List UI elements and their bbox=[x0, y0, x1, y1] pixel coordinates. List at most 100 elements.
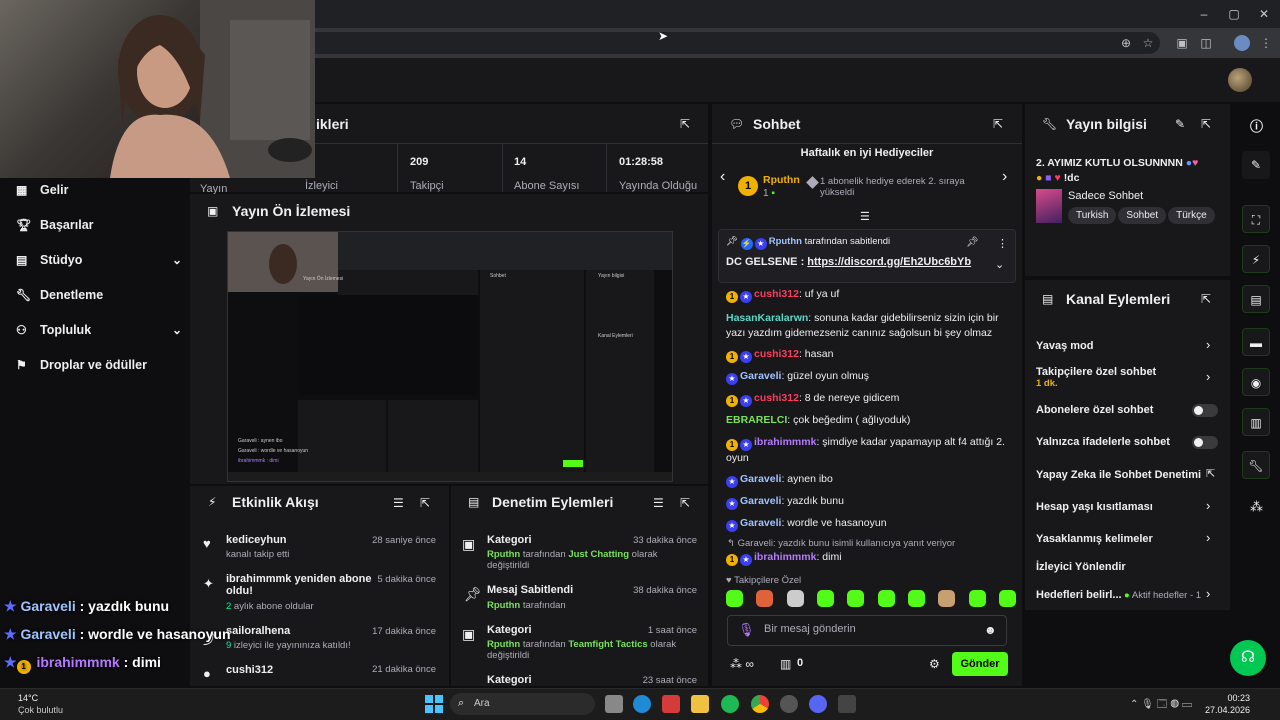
address-bar[interactable] bbox=[300, 32, 1160, 54]
edit-pencil-icon[interactable]: ✎ bbox=[1175, 117, 1185, 131]
filter-icon[interactable]: ☰ bbox=[653, 496, 664, 510]
sidebar-item-topluluk[interactable]: ⚇ Topluluk ⌄ bbox=[16, 318, 186, 342]
chevron-right-icon[interactable]: › bbox=[1206, 586, 1210, 601]
chat-username[interactable]: ibrahimmmk bbox=[754, 436, 816, 448]
tag[interactable]: Türkçe bbox=[1168, 207, 1215, 224]
wrench-icon[interactable]: 🔧︎ bbox=[1242, 451, 1270, 479]
puzzle-icon[interactable]: ◫ bbox=[1198, 35, 1214, 51]
chat-username[interactable]: cushi312 bbox=[754, 392, 799, 404]
clip-icon[interactable]: ⛶ bbox=[1242, 205, 1270, 233]
emoji-icon[interactable]: ☻ bbox=[984, 623, 997, 637]
emote-icon[interactable] bbox=[786, 590, 804, 607]
tag[interactable]: Turkish bbox=[1068, 207, 1117, 224]
unpin-icon[interactable]: 📌︎ bbox=[966, 237, 979, 248]
taskbar-search[interactable] bbox=[450, 693, 595, 715]
sidebar-item-gelir[interactable]: ▦ Gelir bbox=[16, 178, 69, 202]
edit-icon[interactable]: ✎ bbox=[1242, 151, 1270, 179]
extension-icon[interactable]: ▣ bbox=[1174, 35, 1190, 51]
action-banned-words[interactable]: Yasaklanmış kelimeler bbox=[1036, 533, 1153, 545]
emote-only-toggle[interactable] bbox=[1192, 436, 1218, 449]
action-emote-only[interactable]: Yalnızca ifadelerle sohbet bbox=[1036, 436, 1170, 448]
emote-icon[interactable] bbox=[847, 590, 865, 607]
emote-icon[interactable] bbox=[998, 590, 1016, 607]
app-icon[interactable] bbox=[662, 695, 680, 713]
tag[interactable]: Sohbet bbox=[1118, 207, 1167, 224]
sidebar-item-basarilar[interactable]: 🏆︎ Başarılar bbox=[16, 213, 94, 237]
zoom-icon[interactable]: ⊕ bbox=[1118, 35, 1134, 51]
chat-username[interactable]: HasanKaralarwn bbox=[726, 312, 808, 324]
sidebar-item-droplar[interactable]: ⚑ Droplar ve ödüller bbox=[16, 353, 147, 377]
popout-icon[interactable]: ⇱ bbox=[1201, 292, 1211, 306]
stream-preview-video[interactable]: Yayın Ön İzlemesi Sohbet Yayın bilgisi K… bbox=[227, 231, 673, 482]
chrome-icon[interactable] bbox=[751, 695, 769, 713]
maximize-icon[interactable]: ▢ bbox=[1226, 6, 1242, 22]
chat-username[interactable]: Garaveli bbox=[740, 370, 781, 382]
support-headset-icon[interactable]: ☊ bbox=[1230, 640, 1266, 676]
action-followers-only[interactable]: Takipçilere özel sohbet bbox=[1036, 366, 1156, 378]
chevron-right-icon[interactable]: › bbox=[1206, 498, 1210, 513]
chat-username[interactable]: cushi312 bbox=[754, 348, 799, 360]
community-icon[interactable]: ⁂ bbox=[1250, 499, 1263, 515]
popout-icon[interactable]: ⇱ bbox=[1201, 117, 1211, 131]
microphone-icon[interactable]: 🎙︎ bbox=[738, 622, 755, 638]
close-window-icon[interactable]: ✕ bbox=[1256, 6, 1272, 22]
action-slow-mode[interactable]: Yavaş mod bbox=[1036, 340, 1093, 352]
sidebar-item-denetleme[interactable]: 🔧︎ Denetleme bbox=[16, 283, 103, 307]
windows-start-icon[interactable] bbox=[425, 695, 443, 713]
discord-link[interactable]: https://discord.gg/Eh2Ubc6bYb bbox=[807, 256, 971, 268]
app-icon[interactable] bbox=[838, 695, 856, 713]
filter-icon[interactable]: ☰ bbox=[393, 496, 404, 510]
popout-icon[interactable]: ⇱ bbox=[680, 496, 690, 510]
avatar[interactable] bbox=[1228, 68, 1252, 92]
clock-time[interactable]: 00:23 bbox=[1200, 693, 1250, 703]
emote-icon[interactable] bbox=[938, 590, 956, 607]
emote-icon[interactable] bbox=[877, 590, 895, 607]
chevron-right-icon[interactable]: › bbox=[1206, 337, 1210, 352]
emote-icon[interactable] bbox=[726, 590, 743, 607]
task-view-icon[interactable] bbox=[605, 695, 623, 713]
chat-username[interactable]: cushi312 bbox=[754, 288, 799, 300]
chevron-down-icon[interactable]: ⌄ bbox=[995, 258, 1004, 271]
more-options-icon[interactable]: ⋮ bbox=[997, 237, 1008, 250]
bookmark-star-icon[interactable]: ☆ bbox=[1140, 35, 1156, 51]
emote-icon[interactable] bbox=[968, 590, 986, 607]
action-goals[interactable]: Hedefleri belirl... bbox=[1036, 589, 1122, 601]
send-button[interactable]: Gönder bbox=[952, 652, 1008, 676]
spotify-icon[interactable] bbox=[721, 695, 739, 713]
emote-icon[interactable] bbox=[756, 590, 774, 607]
edge-icon[interactable] bbox=[633, 695, 651, 713]
emote-icon[interactable] bbox=[907, 590, 925, 607]
lightning-icon[interactable]: ⚡︎ bbox=[1242, 245, 1270, 273]
chevron-right-icon[interactable]: › bbox=[1206, 530, 1210, 545]
external-link-icon[interactable]: ⇱ bbox=[1206, 467, 1215, 480]
browser-menu-icon[interactable]: ⋮ bbox=[1258, 35, 1274, 51]
chat-bubble-icon[interactable]: ▬ bbox=[1242, 328, 1270, 356]
system-tray-icons[interactable]: ⌃ 🎙︎ 🗔 ◍ ▭ bbox=[1130, 697, 1192, 714]
chat-username[interactable]: EBRARELCI bbox=[726, 414, 787, 426]
chevron-right-icon[interactable]: › bbox=[1206, 369, 1210, 384]
collapse-icon[interactable]: ☰ bbox=[860, 210, 870, 223]
action-account-age[interactable]: Hesap yaşı kısıtlaması bbox=[1036, 501, 1153, 513]
obs-icon[interactable] bbox=[780, 695, 798, 713]
minimize-icon[interactable]: – bbox=[1196, 6, 1212, 22]
actions-icon[interactable]: ▥ bbox=[1242, 408, 1270, 436]
chevron-left-icon[interactable]: ‹ bbox=[720, 168, 725, 186]
broadcast-icon[interactable]: ◉ bbox=[1242, 368, 1270, 396]
gifter-name[interactable]: Rputhn bbox=[763, 174, 800, 186]
settings-gear-icon[interactable]: ⚙︎ bbox=[929, 657, 940, 671]
chat-username[interactable]: Garaveli bbox=[740, 517, 781, 529]
community-points-icon[interactable]: ⁂ ∞ bbox=[730, 657, 754, 671]
action-subscribers-only[interactable]: Abonelere özel sohbet bbox=[1036, 404, 1153, 416]
action-ai-moderation[interactable]: Yapay Zeka ile Sohbet Denetimi bbox=[1036, 469, 1201, 481]
category-thumbnail[interactable] bbox=[1036, 189, 1062, 223]
discord-icon[interactable] bbox=[809, 695, 827, 713]
chat-username[interactable]: Garaveli bbox=[740, 495, 781, 507]
document-icon[interactable]: ▤ bbox=[1242, 285, 1270, 313]
subscribers-only-toggle[interactable] bbox=[1192, 404, 1218, 417]
browser-profile-icon[interactable] bbox=[1234, 35, 1250, 51]
emote-icon[interactable] bbox=[816, 590, 834, 607]
chat-username[interactable]: Garaveli bbox=[740, 473, 781, 485]
popout-icon[interactable]: ⇱ bbox=[993, 117, 1003, 131]
info-icon[interactable]: ⓘ bbox=[1250, 116, 1263, 135]
popout-icon[interactable]: ⇱ bbox=[420, 496, 430, 510]
